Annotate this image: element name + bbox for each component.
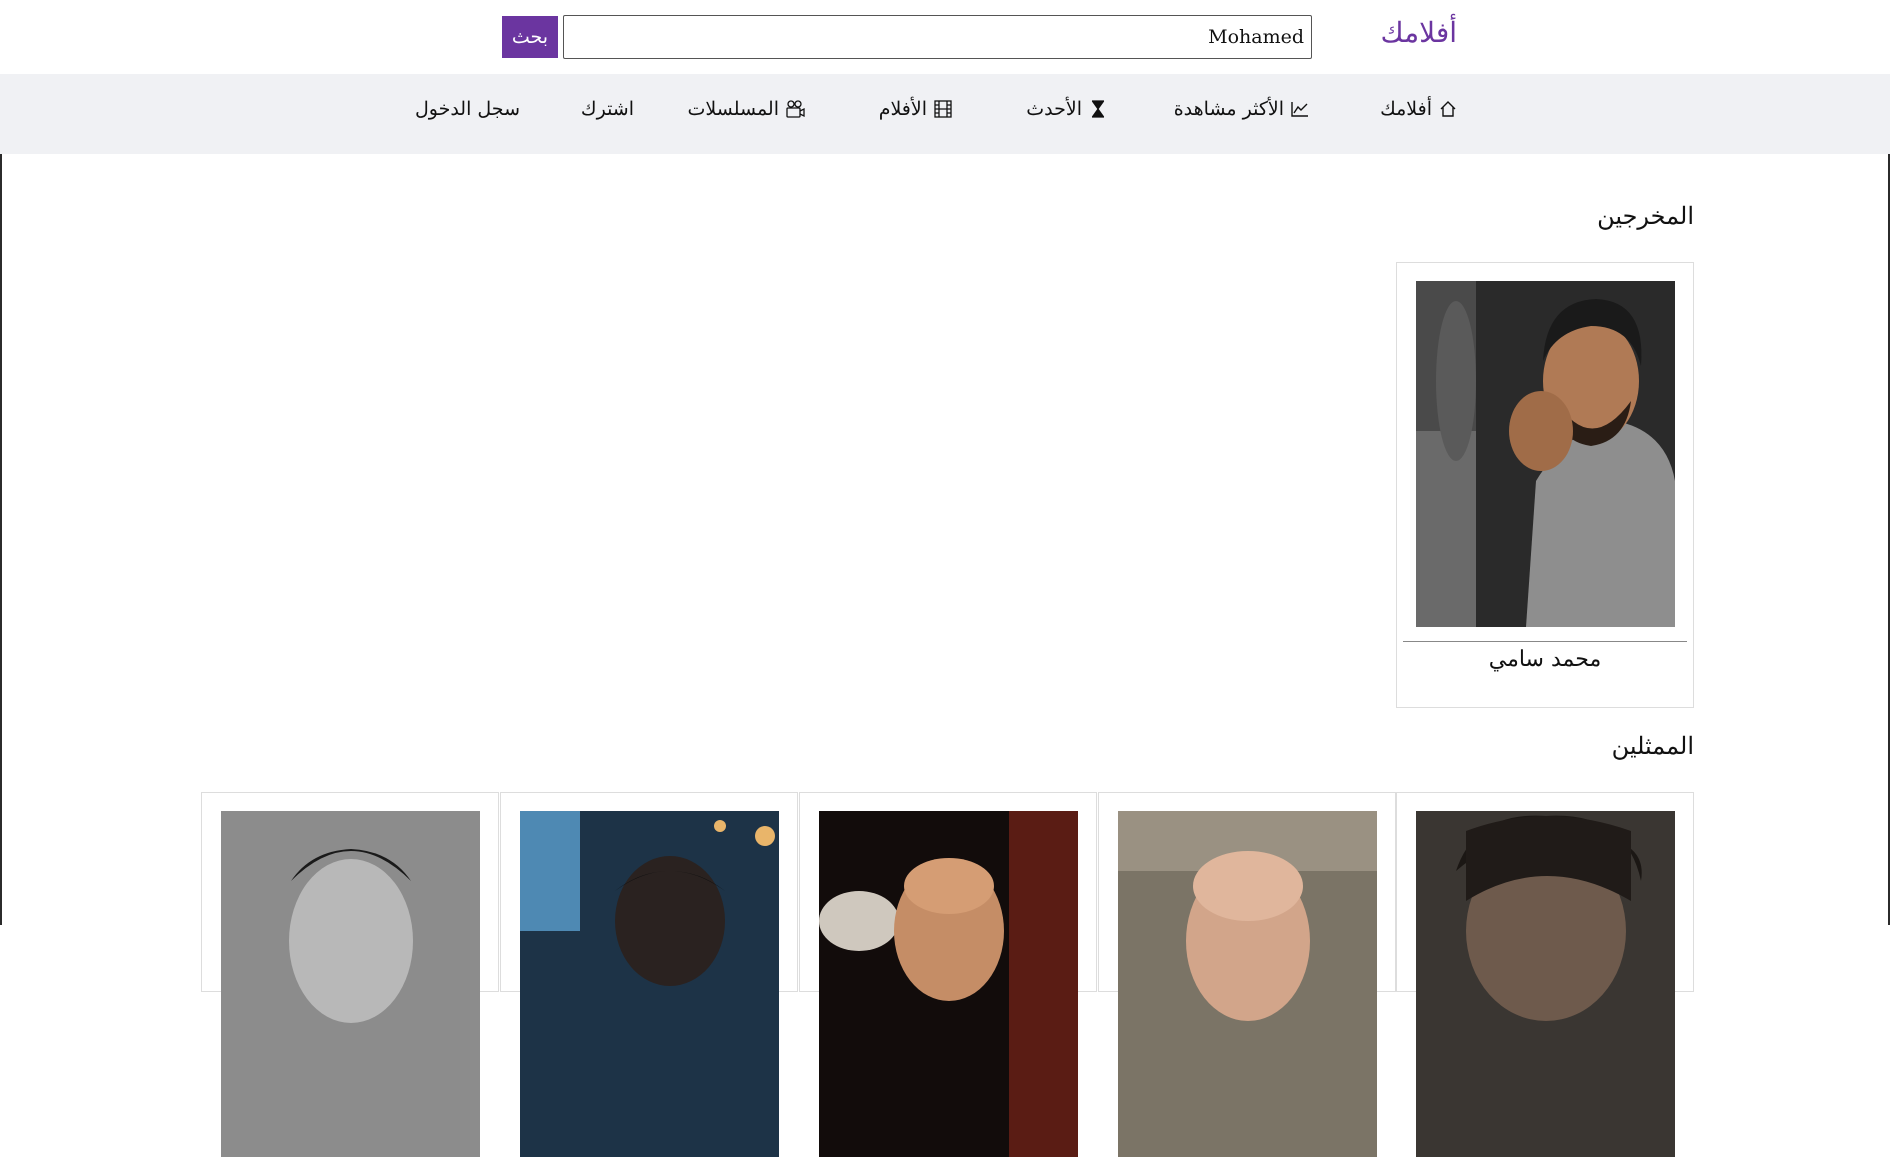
hourglass-icon: [1091, 100, 1105, 118]
actor-photo: [520, 811, 779, 1157]
nav-item-latest[interactable]: الأحدث: [1026, 98, 1108, 120]
nav-item-label: المسلسلات: [687, 98, 779, 120]
actors-heading: الممثلين: [1611, 732, 1694, 760]
search-button[interactable]: بحث: [502, 16, 558, 58]
actor-photo: [1416, 811, 1675, 1157]
nav-item-home[interactable]: أفلامك: [1380, 98, 1458, 120]
actor-card[interactable]: [500, 792, 798, 1157]
directors-heading: المخرجين: [1597, 202, 1694, 230]
director-name: محمد سامي: [1488, 647, 1602, 672]
nav-item-label: سجل الدخول: [414, 98, 520, 120]
actor-photo: [1118, 811, 1377, 1157]
camera-reel-icon: [786, 100, 805, 118]
search-input[interactable]: [563, 15, 1312, 59]
actor-photo: [221, 811, 480, 1157]
nav-item-login[interactable]: سجل الدخول: [415, 98, 520, 120]
card-divider: [1403, 641, 1687, 642]
nav-item-most-watched[interactable]: الأكثر مشاهدة: [1174, 98, 1310, 120]
nav-item-label: الأفلام: [878, 98, 927, 120]
actor-card[interactable]: [799, 792, 1097, 1157]
trending-chart-icon: [1291, 102, 1308, 117]
actor-photo: [819, 811, 1078, 1157]
nav-item-label: الأحدث: [1026, 98, 1082, 120]
nav-item-series[interactable]: المسلسلات: [688, 98, 805, 120]
actor-card[interactable]: [1396, 792, 1694, 1157]
nav-item-subscribe[interactable]: اشترك: [581, 98, 634, 120]
film-icon: [934, 100, 952, 118]
director-card[interactable]: محمد سامي: [1396, 262, 1694, 708]
header: أفلامك بحث: [0, 0, 1890, 74]
nav-item-label: الأكثر مشاهدة: [1173, 98, 1284, 120]
nav-item-label: اشترك: [580, 98, 634, 120]
site-logo[interactable]: أفلامك: [1381, 16, 1457, 49]
nav-item-movies[interactable]: الأفلام: [879, 98, 953, 120]
main-nav: أفلامك الأكثر مشاهدة الأحدث الأفلام المس…: [0, 74, 1890, 154]
actor-card[interactable]: [1098, 792, 1396, 1157]
nav-item-label: أفلامك: [1380, 98, 1432, 120]
director-photo: [1416, 281, 1675, 627]
home-icon: [1440, 101, 1456, 117]
actor-card[interactable]: [201, 792, 499, 1157]
